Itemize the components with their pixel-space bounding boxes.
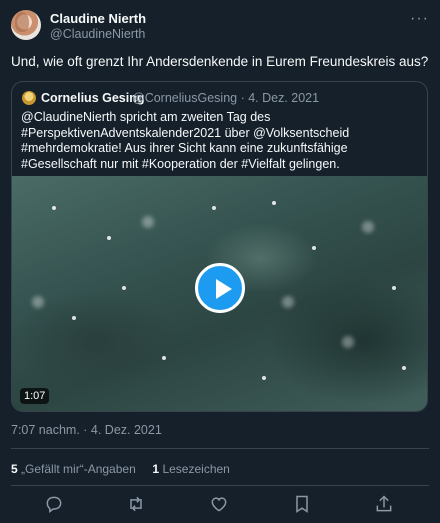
divider <box>11 448 429 449</box>
tweet-text: Und, wie oft grenzt Ihr Andersdenkende i… <box>11 54 429 69</box>
quote-handle-date: @CorneliusGesing · 4. Dez. 2021 <box>132 91 320 105</box>
play-button[interactable] <box>195 263 245 313</box>
quote-author-name: Cornelius Gesing <box>41 91 145 105</box>
likes-label: „Gefällt mir“-Angaben <box>21 462 136 476</box>
likes-stat[interactable]: 5 „Gefällt mir“-Angaben <box>11 462 136 476</box>
quote-author-avatar <box>22 91 36 105</box>
author-name[interactable]: Claudine Nierth <box>50 11 146 26</box>
reply-icon[interactable] <box>44 494 66 516</box>
bookmark-icon[interactable] <box>292 494 314 516</box>
share-icon[interactable] <box>374 494 396 516</box>
bookmarks-label: Lesezeichen <box>162 462 230 476</box>
bookmarks-count: 1 <box>152 462 160 476</box>
quote-text: @ClaudineNierth spricht am zweiten Tag d… <box>21 110 350 171</box>
quoted-tweet-card[interactable]: Cornelius Gesing @CorneliusGesing · 4. D… <box>11 81 428 412</box>
retweet-icon[interactable] <box>126 494 148 516</box>
author-handle[interactable]: @ClaudineNierth <box>50 27 145 41</box>
like-icon[interactable] <box>209 494 231 516</box>
engagement-stats: 5 „Gefällt mir“-Angaben 1 Lesezeichen <box>11 462 230 476</box>
more-options-icon[interactable]: ··· <box>410 10 429 28</box>
author-avatar[interactable] <box>11 10 41 40</box>
tweet-timestamp[interactable]: 7:07 nachm. · 4. Dez. 2021 <box>11 423 162 437</box>
divider <box>11 485 429 486</box>
bookmarks-stat[interactable]: 1 Lesezeichen <box>152 462 229 476</box>
action-bar <box>0 494 440 516</box>
video-duration: 1:07 <box>20 388 50 404</box>
likes-count: 5 <box>11 462 18 476</box>
video-player[interactable]: 1:07 <box>12 176 427 411</box>
